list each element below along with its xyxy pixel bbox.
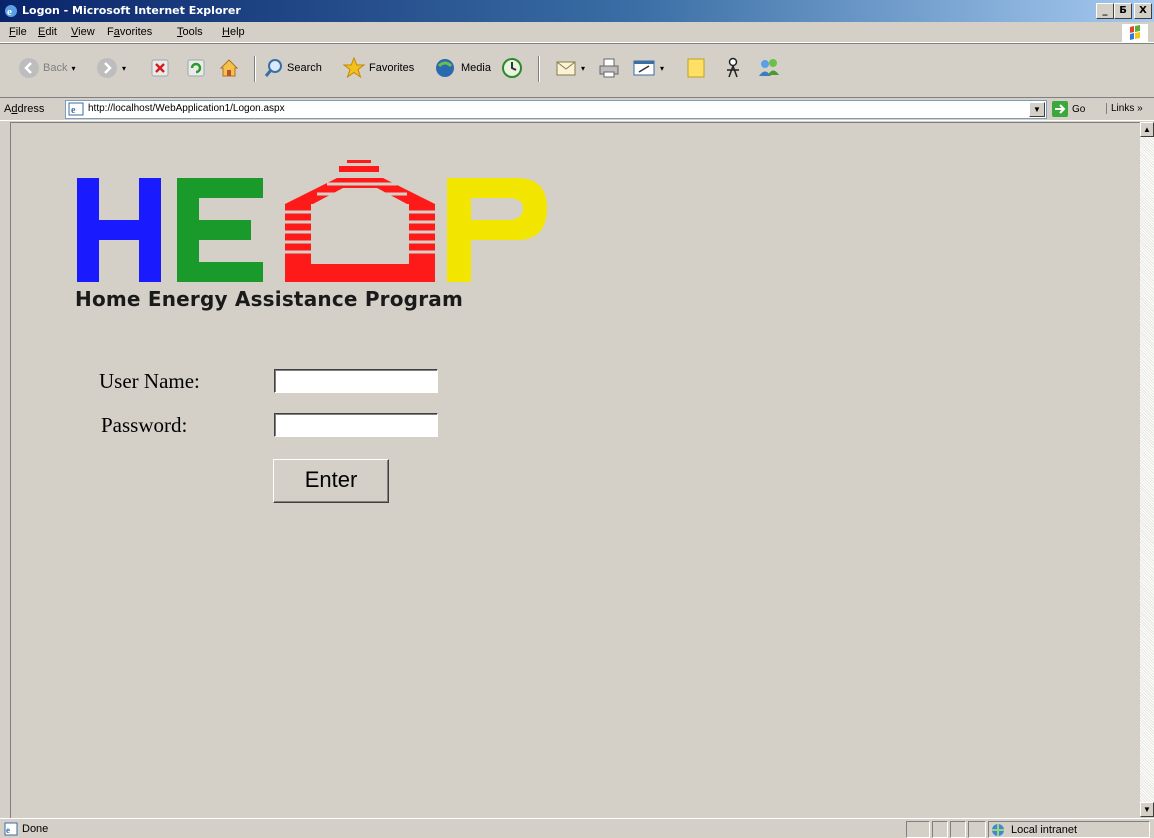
- program-tagline: Home Energy Assistance Program: [75, 287, 463, 311]
- home-icon: [219, 59, 239, 77]
- status-pane: [906, 821, 930, 838]
- address-label: Address: [4, 103, 45, 115]
- username-input[interactable]: [274, 369, 438, 393]
- contacts-icon: [759, 59, 779, 76]
- menu-bar: File Edit View Favorites Tools Help: [0, 22, 1154, 43]
- favorites-button[interactable]: Favorites: [342, 56, 414, 80]
- media-icon: [436, 59, 454, 77]
- status-text: Done: [22, 823, 49, 835]
- favorites-star-icon: [342, 56, 366, 79]
- title-bar: e Logon - Microsoft Internet Explorer _ Б…: [0, 0, 1154, 22]
- back-button[interactable]: Back ▾: [18, 56, 75, 80]
- edit-page-icon: [633, 60, 655, 76]
- address-url: http://localhost/WebApplication1/Logon.a…: [88, 103, 285, 114]
- edit-button[interactable]: ▾: [632, 56, 664, 80]
- edit-dropdown-icon[interactable]: ▾: [660, 64, 664, 73]
- enter-button[interactable]: Enter: [273, 459, 389, 503]
- history-icon: [502, 58, 522, 78]
- links-button[interactable]: Links »: [1106, 103, 1143, 114]
- contacts-button[interactable]: [756, 56, 782, 80]
- close-button[interactable]: X: [1134, 3, 1152, 19]
- mail-icon: [556, 61, 576, 76]
- menu-favorites[interactable]: Favorites: [107, 26, 152, 38]
- scroll-down-icon[interactable]: ▼: [1140, 802, 1154, 817]
- menu-edit[interactable]: Edit: [38, 26, 57, 38]
- forward-arrow-icon: [97, 58, 117, 78]
- svg-text:e: e: [6, 825, 10, 835]
- note-icon: [687, 58, 705, 78]
- ie-logo-icon: e: [5, 5, 17, 18]
- status-pane: [950, 821, 966, 838]
- print-icon: [599, 58, 619, 78]
- search-button[interactable]: Search: [264, 56, 322, 80]
- local-intranet-icon: [992, 823, 1004, 836]
- standard-toolbar: Back ▾ ▾ Search Favorites Media ▾ ▾: [0, 43, 1154, 96]
- username-label: User Name:: [99, 369, 200, 393]
- svg-text:e: e: [71, 105, 76, 116]
- menu-view[interactable]: View: [71, 26, 95, 38]
- media-button[interactable]: Media: [434, 56, 491, 80]
- page-done-icon: e: [4, 822, 18, 836]
- address-input[interactable]: e http://localhost/WebApplication1/Logon…: [65, 100, 1047, 119]
- zone-label: Local intranet: [1011, 823, 1078, 836]
- back-arrow-icon: [19, 58, 39, 78]
- windows-flag-icon: [1122, 24, 1148, 42]
- refresh-button[interactable]: [186, 56, 206, 80]
- scroll-up-icon[interactable]: ▲: [1140, 122, 1154, 137]
- back-dropdown-icon[interactable]: ▾: [71, 64, 75, 73]
- forward-button[interactable]: ▾: [96, 56, 126, 80]
- discuss-button[interactable]: [686, 56, 706, 80]
- security-zone: Local intranet: [988, 821, 1150, 838]
- page-viewport: Home Energy Assistance Program User Name…: [10, 122, 1141, 818]
- page-icon: e: [68, 102, 84, 116]
- go-button[interactable]: Go: [1052, 101, 1085, 117]
- stop-button[interactable]: [150, 56, 170, 80]
- window-title: Logon - Microsoft Internet Explorer: [22, 4, 241, 17]
- menu-help[interactable]: Help: [222, 26, 245, 38]
- status-pane: [932, 821, 948, 838]
- menu-file[interactable]: File: [9, 26, 27, 38]
- address-bar: Address e http://localhost/WebApplicatio…: [0, 97, 1154, 121]
- status-pane: [968, 821, 986, 838]
- heap-logo: [77, 160, 547, 282]
- messenger-button[interactable]: [722, 56, 744, 80]
- menu-tools[interactable]: Tools: [177, 26, 203, 38]
- svg-text:e: e: [7, 6, 12, 18]
- stop-icon: [151, 59, 169, 77]
- history-button[interactable]: [501, 56, 523, 80]
- vertical-scrollbar[interactable]: ▲ ▼: [1140, 122, 1154, 817]
- status-text-area: e Done: [4, 822, 48, 836]
- mail-button[interactable]: ▾: [555, 56, 585, 80]
- mail-dropdown-icon[interactable]: ▾: [581, 64, 585, 73]
- search-icon: [264, 59, 282, 77]
- refresh-icon: [187, 59, 205, 77]
- password-input[interactable]: [274, 413, 438, 437]
- forward-dropdown-icon[interactable]: ▾: [122, 64, 126, 73]
- address-dropdown-icon[interactable]: ▼: [1029, 102, 1045, 117]
- minimize-button[interactable]: _: [1096, 3, 1114, 19]
- go-arrow-icon: [1052, 101, 1068, 117]
- password-label: Password:: [101, 413, 188, 437]
- restore-button[interactable]: Б: [1114, 3, 1132, 19]
- print-button[interactable]: [598, 56, 620, 80]
- messenger-person-icon: [727, 57, 739, 78]
- status-bar: e Done Local intranet: [0, 818, 1154, 838]
- home-button[interactable]: [218, 56, 240, 80]
